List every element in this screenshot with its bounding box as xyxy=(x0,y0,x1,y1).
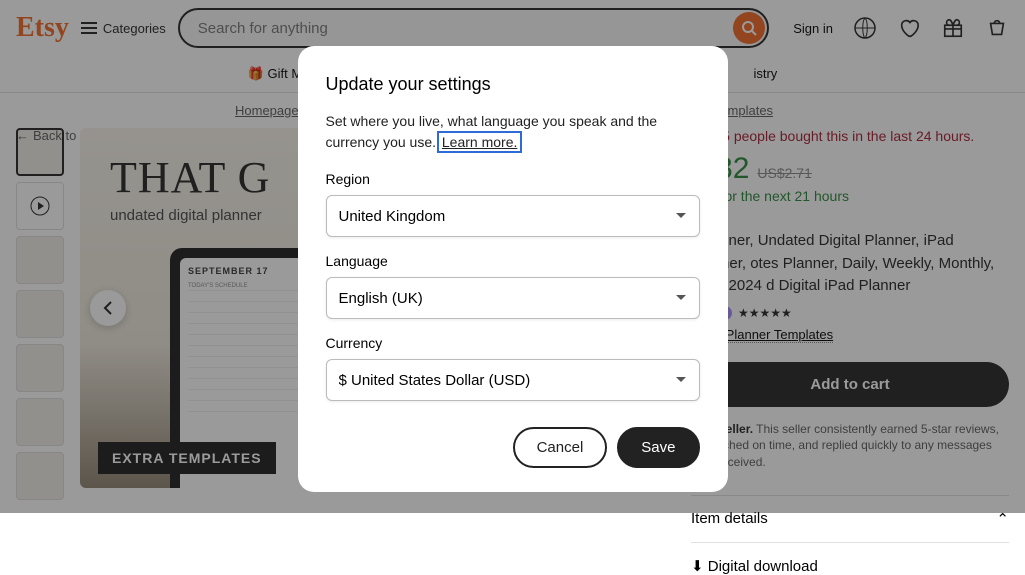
modal-title: Update your settings xyxy=(326,74,700,95)
accordion-item-download[interactable]: ⬇ Digital download xyxy=(691,543,1009,575)
modal-overlay[interactable]: Update your settings Set where you live,… xyxy=(0,0,1025,513)
currency-label: Currency xyxy=(326,335,700,351)
language-label: Language xyxy=(326,253,700,269)
cancel-button[interactable]: Cancel xyxy=(513,427,608,468)
save-button[interactable]: Save xyxy=(617,427,699,468)
language-select-wrap: English (UK) xyxy=(326,277,700,319)
download-icon: ⬇ xyxy=(691,558,704,575)
modal-actions: Cancel Save xyxy=(326,427,700,468)
modal-description: Set where you live, what language you sp… xyxy=(326,111,700,153)
region-select[interactable]: United Kingdom xyxy=(326,195,700,237)
language-select[interactable]: English (UK) xyxy=(326,277,700,319)
region-label: Region xyxy=(326,171,700,187)
learn-more-link[interactable]: Learn more. xyxy=(440,134,519,150)
currency-select-wrap: $ United States Dollar (USD) xyxy=(326,359,700,401)
currency-select[interactable]: $ United States Dollar (USD) xyxy=(326,359,700,401)
settings-modal: Update your settings Set where you live,… xyxy=(298,46,728,492)
region-select-wrap: United Kingdom xyxy=(326,195,700,237)
